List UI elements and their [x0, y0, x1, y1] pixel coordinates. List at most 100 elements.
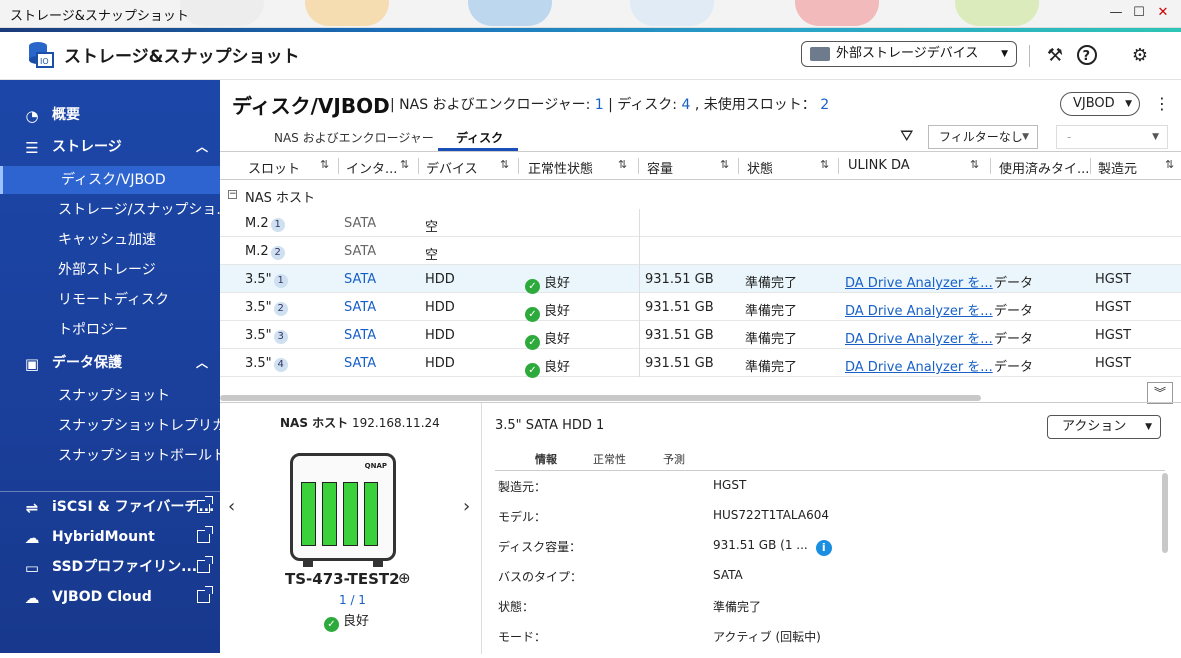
external-storage-label: 外部ストレージデバイス	[836, 46, 979, 61]
sidebar-item-iscsi[interactable]: ⇌ iSCSI & ファイバーチ...	[0, 493, 220, 521]
filter-select-secondary[interactable]: - ▼	[1056, 125, 1168, 149]
disk-bay[interactable]	[364, 482, 378, 546]
summary-label: , 未使用スロット：	[690, 97, 821, 113]
disk-bay[interactable]	[322, 482, 337, 546]
tab-nas-enclosure[interactable]: NAS およびエンクロージャー	[274, 129, 434, 146]
table-row[interactable]: 3.5" 4 SATA HDD ✓ 良好 931.51 GB 準備完了 DA Dri…	[220, 349, 1181, 378]
column-header[interactable]: 状態	[747, 158, 773, 177]
sidebar-item-cache[interactable]: キャッシュ加速	[0, 226, 220, 254]
column-divider	[990, 158, 991, 174]
device-brand: QNAP	[364, 462, 387, 470]
column-header[interactable]: 容量	[647, 158, 673, 177]
info-icon[interactable]: i	[815, 540, 832, 556]
device-cell: HDD	[425, 356, 455, 371]
chevron-up-icon: ︿	[195, 140, 208, 154]
table-row[interactable]: 3.5" 2 SATA HDD ✓ 良好 931.51 GB 準備完了 DA Dri…	[220, 293, 1181, 322]
collapse-icon[interactable]: −	[228, 190, 237, 199]
minimize-button[interactable]: —	[1107, 4, 1125, 22]
sidebar-item-label: SSDプロファイリン...	[52, 559, 198, 575]
sidebar-item-storage-snapshots[interactable]: ストレージ/スナップショ...	[0, 196, 230, 224]
check-icon: ✓	[525, 335, 540, 350]
sidebar-item-storage[interactable]: ☰ ストレージ ︿	[0, 133, 220, 161]
column-header[interactable]: ULINK DA	[848, 158, 910, 173]
tab-disks[interactable]: ディスク	[456, 129, 503, 146]
vjbod-dropdown[interactable]: VJBOD ▼	[1060, 92, 1140, 116]
column-divider	[738, 158, 739, 174]
sidebar-item-remote-disk[interactable]: リモートディスク	[0, 286, 220, 314]
sidebar-item-vjbod-cloud[interactable]: ☁ VJBOD Cloud	[0, 583, 220, 611]
zoom-in-icon[interactable]: ⊕	[398, 569, 411, 587]
nas-device-image[interactable]: QNAP	[290, 453, 396, 567]
table-header: スロット ⇅ インタ... ⇅ デバイス ⇅ 正常性状態 ⇅ 容量 ⇅ 状態 ⇅…	[220, 152, 1181, 180]
ulink-link[interactable]: DA Drive Analyzer を...	[845, 356, 993, 375]
ulink-link[interactable]: DA Drive Analyzer を...	[845, 272, 993, 291]
ulink-link[interactable]: DA Drive Analyzer を...	[845, 300, 993, 319]
sidebar-item-data-protection[interactable]: ▣ データ保護 ︿	[0, 349, 220, 377]
disk-bay[interactable]	[301, 482, 316, 546]
filter-select[interactable]: フィルターなし ▼	[928, 125, 1038, 149]
device-pager: 1 / 1	[339, 593, 366, 607]
sort-icon[interactable]: ⇅	[320, 158, 329, 171]
tab-health[interactable]: 正常性	[593, 451, 626, 467]
sort-icon[interactable]: ⇅	[500, 158, 509, 171]
close-button[interactable]: ✕	[1154, 4, 1172, 22]
column-divider	[639, 293, 640, 321]
table-row[interactable]: M.2 1 SATA 空	[220, 209, 1181, 237]
sort-icon[interactable]: ⇅	[720, 158, 729, 171]
column-header[interactable]: デバイス	[426, 158, 478, 177]
sidebar-item-external-storage[interactable]: 外部ストレージ	[0, 256, 220, 284]
disk-bay[interactable]	[343, 482, 358, 546]
sidebar-divider	[0, 491, 220, 492]
table-row[interactable]: 3.5" 3 SATA HDD ✓ 良好 931.51 GB 準備完了 DA Dri…	[220, 321, 1181, 350]
column-header[interactable]: 正常性状態	[528, 158, 593, 177]
tab-prediction[interactable]: 予測	[663, 451, 685, 467]
sidebar-item-hybridmount[interactable]: ☁ HybridMount	[0, 523, 220, 551]
expand-panel-button[interactable]: ︾	[1147, 382, 1173, 404]
device-cell: HDD	[425, 328, 455, 343]
column-divider	[1090, 158, 1091, 174]
sidebar-item-snapshot-replica[interactable]: スナップショットレプリカ	[0, 412, 226, 440]
vertical-scrollbar[interactable]	[1162, 473, 1168, 553]
sidebar-item-topology[interactable]: トポロジー	[0, 316, 220, 344]
vendor-cell: HGST	[1095, 272, 1132, 287]
external-storage-dropdown[interactable]: 外部ストレージデバイス ▼	[801, 41, 1017, 67]
more-options-icon[interactable]: ⋮	[1154, 94, 1170, 113]
chevron-left-icon[interactable]: ‹	[228, 496, 235, 517]
device-name: TS-473-TEST2	[285, 570, 400, 588]
chevron-right-icon[interactable]: ›	[463, 496, 470, 517]
interface-cell: SATA	[344, 216, 377, 231]
horizontal-scrollbar[interactable]	[220, 395, 981, 401]
column-header[interactable]: 使用済みタイ...	[999, 158, 1089, 177]
ulink-link[interactable]: DA Drive Analyzer を...	[845, 328, 993, 347]
column-divider	[338, 158, 339, 174]
sort-icon[interactable]: ⇅	[820, 158, 829, 171]
wand-icon[interactable]: ⚒	[1043, 44, 1067, 68]
svg-text:?: ?	[1083, 49, 1091, 64]
settings-icon[interactable]: ⚙	[1128, 44, 1152, 68]
info-row: モード： アクティブ (回転中)	[498, 628, 1138, 658]
column-header[interactable]: 製造元	[1098, 158, 1137, 177]
info-key: 状態：	[498, 600, 535, 614]
column-header[interactable]: スロット	[248, 158, 300, 177]
table-row-selected[interactable]: 3.5" 1 SATA HDD ✓ 良好 931.51 GB 準備完了 DA Dri…	[220, 265, 1181, 294]
sidebar-item-disks-vjbod[interactable]: ディスク/VJBOD	[0, 166, 220, 194]
sort-icon[interactable]: ⇅	[618, 158, 627, 171]
help-icon[interactable]: ?	[1075, 44, 1099, 68]
sort-icon[interactable]: ⇅	[1165, 158, 1174, 171]
sidebar-item-ssd-profiling[interactable]: ▭ SSDプロファイリン...	[0, 553, 220, 581]
sidebar-item-snapshot-vault[interactable]: スナップショットボールト	[0, 442, 226, 470]
sort-icon[interactable]: ⇅	[400, 158, 409, 171]
maximize-button[interactable]: ☐	[1130, 4, 1148, 22]
sort-icon[interactable]: ⇅	[970, 158, 979, 171]
tab-info[interactable]: 情報	[535, 451, 557, 467]
column-divider	[639, 265, 640, 293]
group-row-nas-host[interactable]: − NAS ホスト	[220, 181, 1181, 209]
column-header[interactable]: インタ...	[346, 158, 397, 177]
sidebar-item-snapshots[interactable]: スナップショット	[0, 382, 220, 410]
filter-icon[interactable]: ⛛	[900, 126, 913, 146]
table-row[interactable]: M.2 2 SATA 空	[220, 237, 1181, 265]
storage-snapshot-logo-icon: IO	[29, 42, 54, 68]
action-dropdown[interactable]: アクション ▼	[1047, 415, 1161, 439]
external-link-icon	[197, 496, 213, 513]
sidebar-item-overview[interactable]: ◔ 概要	[0, 101, 220, 129]
